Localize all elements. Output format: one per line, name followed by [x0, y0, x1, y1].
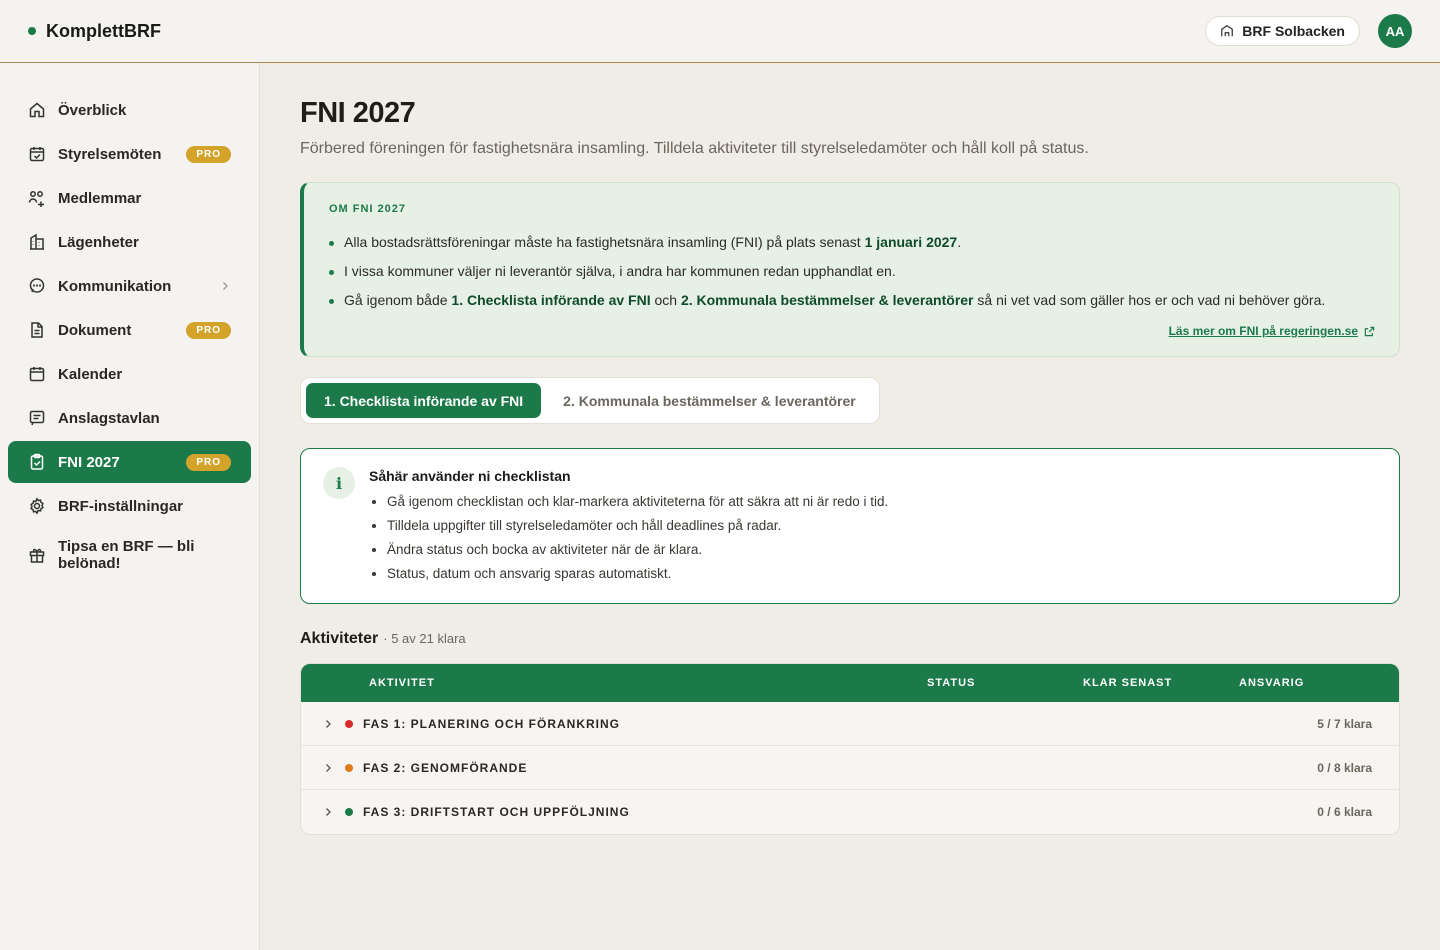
how-to-item: Gå igenom checklistan och klar-markera a… [387, 490, 888, 514]
sidebar: Överblick Styrelsemöten PRO Medlemmar Lä… [0, 63, 260, 950]
main-content: FNI 2027 Förbered föreningen för fastigh… [300, 63, 1400, 835]
avatar[interactable]: AA [1378, 14, 1412, 48]
sidebar-item-anslagstavlan[interactable]: Anslagstavlan [8, 397, 251, 439]
brand-dot-icon [28, 27, 36, 35]
chevron-right-icon[interactable] [323, 763, 333, 773]
sidebar-item-styrelsemoten[interactable]: Styrelsemöten PRO [8, 133, 251, 175]
tab-kommunala-bestammelser[interactable]: 2. Kommunala bestämmelser & leverantörer [545, 383, 874, 418]
phase-row-1[interactable]: FAS 1: PLANERING OCH FÖRANKRING 5 / 7 kl… [301, 702, 1399, 746]
info-icon: i [323, 467, 355, 499]
how-to-item: Tilldela uppgifter till styrelseledamöte… [387, 514, 888, 538]
chevron-right-icon [219, 280, 231, 292]
about-bullet: Alla bostadsrättsföreningar måste ha fas… [329, 228, 1375, 257]
activities-count: · 5 av 21 klara [383, 631, 466, 646]
column-header-klar-senast: KLAR SENAST [1083, 677, 1173, 689]
brand-logo[interactable]: KomplettBRF [28, 21, 161, 42]
sidebar-item-tipsa[interactable]: Tipsa en BRF — bli belönad! [8, 529, 251, 581]
gift-icon [28, 546, 46, 564]
gear-icon [28, 497, 46, 515]
column-header-status: STATUS [927, 677, 976, 689]
home-icon [28, 101, 46, 119]
activities-heading: Aktiviteter · 5 av 21 klara [300, 630, 1400, 648]
table-header: AKTIVITET STATUS KLAR SENAST ANSVARIG [301, 664, 1399, 702]
column-header-aktivitet: AKTIVITET [369, 677, 435, 689]
sidebar-item-label: Medlemmar [58, 189, 142, 207]
calendar-icon [28, 365, 46, 383]
how-to-title: Såhär använder ni checklistan [369, 468, 571, 484]
sidebar-item-kalender[interactable]: Kalender [8, 353, 251, 395]
about-kicker: OM FNI 2027 [329, 203, 407, 215]
activities-title: Aktiviteter [300, 630, 379, 647]
pro-badge: PRO [186, 453, 231, 471]
regeringen-link[interactable]: Läs mer om FNI på regeringen.se [1169, 324, 1375, 338]
column-header-ansvarig: ANSVARIG [1239, 677, 1305, 689]
chevron-right-icon[interactable] [323, 719, 333, 729]
building-icon [1220, 24, 1234, 38]
sidebar-item-label: Kalender [58, 365, 123, 383]
page-subtitle: Förbered föreningen för fastighetsnära i… [300, 140, 1089, 157]
phase-count: 0 / 6 klara [1317, 805, 1372, 819]
activities-table: AKTIVITET STATUS KLAR SENAST ANSVARIG FA… [300, 663, 1400, 835]
phase-status-dot [345, 763, 353, 772]
phase-count: 0 / 8 klara [1317, 760, 1372, 775]
how-to-item: Status, datum och ansvarig sparas automa… [387, 562, 888, 586]
phase-row-3[interactable]: FAS 3: DRIFTSTART OCH UPPFÖLJNING 0 / 6 … [301, 790, 1399, 834]
tab-bar: 1. Checklista införande av FNI 2. Kommun… [300, 377, 880, 424]
phase-status-dot [345, 808, 353, 816]
sidebar-item-lagenheter[interactable]: Lägenheter [8, 221, 251, 263]
sidebar-item-label: FNI 2027 [58, 453, 120, 471]
pro-badge: PRO [186, 145, 231, 163]
sidebar-item-overblick[interactable]: Överblick [8, 89, 251, 131]
building-icon [28, 233, 46, 251]
pro-badge: PRO [186, 321, 231, 339]
sidebar-item-label: Styrelsemöten [58, 145, 162, 163]
clipboard-check-icon [28, 453, 46, 471]
external-link-icon [1364, 326, 1375, 337]
about-bullet: Gå igenom både 1. Checklista införande a… [329, 286, 1375, 315]
tab-checklista[interactable]: 1. Checklista införande av FNI [306, 383, 542, 418]
about-fni-card: OM FNI 2027 Alla bostadsrättsföreningar … [300, 182, 1400, 357]
brand-name: KomplettBRF [46, 20, 161, 41]
phase-label: FAS 2: GENOMFÖRANDE [363, 760, 528, 775]
brf-selector-button[interactable]: BRF Solbacken [1205, 16, 1360, 46]
brf-name: BRF Solbacken [1242, 23, 1345, 39]
phase-status-dot [345, 719, 353, 728]
how-to-item: Ändra status och bocka av aktiviteter nä… [387, 538, 888, 562]
how-to-card: i Såhär använder ni checklistan Gå igeno… [300, 448, 1400, 604]
phase-label: FAS 1: PLANERING OCH FÖRANKRING [363, 716, 621, 731]
sidebar-item-fni-2027[interactable]: FNI 2027 PRO [8, 441, 251, 483]
calendar-check-icon [28, 145, 46, 163]
document-icon [28, 321, 46, 339]
sidebar-item-label: Lägenheter [58, 233, 139, 251]
phase-row-2[interactable]: FAS 2: GENOMFÖRANDE 0 / 8 klara [301, 746, 1399, 790]
sidebar-item-label: Dokument [58, 321, 132, 339]
sidebar-item-label: BRF-inställningar [58, 497, 184, 515]
phase-label: FAS 3: DRIFTSTART OCH UPPFÖLJNING [363, 805, 630, 819]
sidebar-item-kommunikation[interactable]: Kommunikation [8, 265, 251, 307]
sidebar-item-brf-installningar[interactable]: BRF-inställningar [8, 485, 251, 527]
page-title: FNI 2027 [300, 97, 416, 129]
top-bar: KomplettBRF BRF Solbacken AA [0, 0, 1440, 63]
chat-icon [28, 277, 46, 295]
chevron-right-icon[interactable] [323, 807, 333, 817]
board-icon [28, 409, 46, 427]
users-icon [28, 189, 46, 207]
sidebar-item-label: Överblick [58, 101, 127, 119]
sidebar-item-label: Tipsa en BRF — bli belönad! [58, 538, 195, 572]
sidebar-item-label: Kommunikation [58, 277, 172, 295]
sidebar-item-label: Anslagstavlan [58, 409, 160, 427]
sidebar-item-medlemmar[interactable]: Medlemmar [8, 177, 251, 219]
sidebar-item-dokument[interactable]: Dokument PRO [8, 309, 251, 351]
phase-count: 5 / 7 klara [1317, 716, 1372, 731]
about-bullet: I vissa kommuner väljer ni leverantör sj… [329, 257, 1375, 286]
